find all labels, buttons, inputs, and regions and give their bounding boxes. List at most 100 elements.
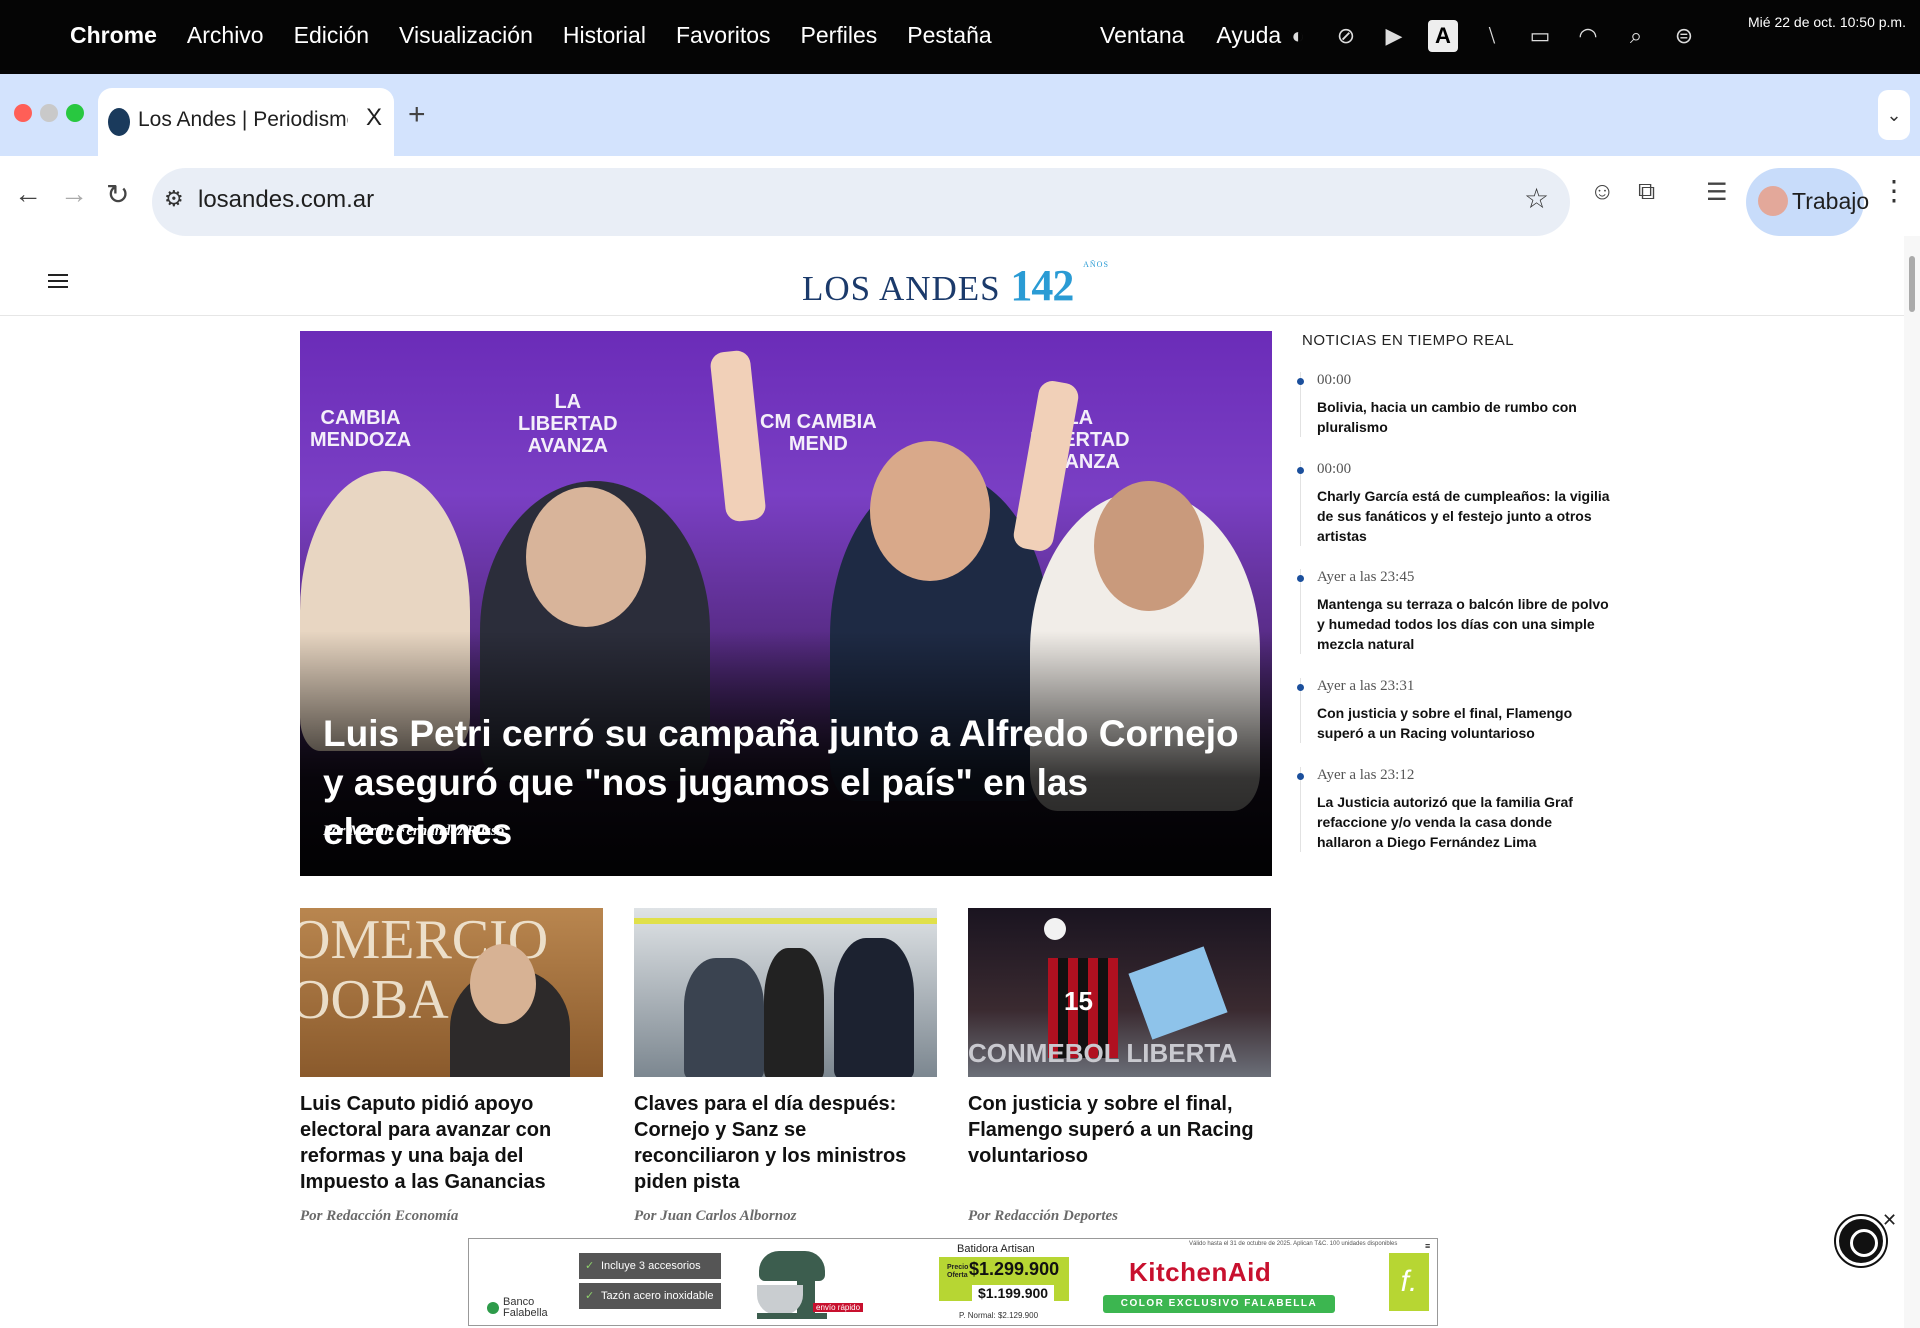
article-byline[interactable]: Por Juan Carlos Albornoz xyxy=(634,1208,796,1225)
realtime-news-title: NOTICIAS EN TIEMPO REAL xyxy=(1302,332,1515,349)
accessibility-icon[interactable] xyxy=(1836,1216,1886,1266)
ad-menu-icon[interactable]: ≡ xyxy=(1425,1241,1430,1251)
article-byline[interactable]: Por Redacción Economía xyxy=(300,1208,458,1225)
timeline-dot xyxy=(1297,684,1304,691)
extensions-puzzle-icon[interactable]: ⧉ xyxy=(1638,178,1655,206)
article-image[interactable] xyxy=(634,908,937,1077)
realtime-news-item[interactable]: 00:00 Charly García está de cumpleaños: … xyxy=(1297,461,1610,546)
article-title[interactable]: Con justicia y sobre el final, Flamengo … xyxy=(968,1091,1271,1169)
article-card[interactable]: Claves para el día después: Cornejo y Sa… xyxy=(634,908,937,1224)
ad-price-normal: P. Normal: $2.129.900 xyxy=(959,1311,1039,1320)
reload-icon[interactable]: ↻ xyxy=(106,178,129,211)
url-input[interactable] xyxy=(198,186,798,214)
ad-bank-logo: Banco Falabella xyxy=(487,1297,548,1319)
wifi-icon[interactable]: ◠ xyxy=(1574,18,1602,54)
hero-photo-face xyxy=(1094,481,1204,611)
spotlight-icon[interactable]: ⌕ xyxy=(1622,18,1650,54)
menu-ventana[interactable]: Ventana xyxy=(1100,22,1184,49)
hero-photo-face xyxy=(526,487,646,627)
logo-anos: AÑOS xyxy=(1083,260,1109,269)
profile-button[interactable]: Trabajo xyxy=(1746,168,1869,236)
menu-favoritos[interactable]: Favoritos xyxy=(676,22,771,49)
app-menu-right: Ventana Ayuda xyxy=(1100,22,1281,49)
chrome-menu-icon[interactable]: ⋮ xyxy=(1880,174,1908,207)
article-title[interactable]: Luis Caputo pidió apoyo electoral para a… xyxy=(300,1091,603,1195)
hero-banner-text: CM CAMBIA MEND xyxy=(760,411,877,455)
bank-logo-icon xyxy=(487,1302,499,1314)
mixer-base xyxy=(757,1313,827,1319)
site-logo[interactable]: LOS ANDES 142 AÑOS xyxy=(802,260,1109,311)
slash-icon[interactable]: ⧵ xyxy=(1478,18,1506,54)
address-bar[interactable]: ⚙ ☆ xyxy=(152,168,1570,236)
news-title[interactable]: La Justicia autorizó que la familia Graf… xyxy=(1317,792,1610,852)
avatar xyxy=(1758,186,1788,216)
tab-close-icon[interactable]: X xyxy=(366,104,382,132)
ad-banner[interactable]: Válido hasta el 31 de octubre de 2025. A… xyxy=(468,1238,1438,1326)
keyboard-a-icon[interactable]: A xyxy=(1428,20,1458,52)
forward-arrow-icon[interactable]: → xyxy=(60,178,88,210)
news-title[interactable]: Con justicia y sobre el final, Flamengo … xyxy=(1317,703,1610,743)
article-title[interactable]: Claves para el día después: Cornejo y Sa… xyxy=(634,1091,937,1195)
news-title[interactable]: Mantenga su terraza o balcón libre de po… xyxy=(1317,594,1610,654)
hero-article[interactable]: CAMBIA MENDOZA LA LIBERTAD AVANZA CM CAM… xyxy=(300,331,1272,876)
menu-edicion[interactable]: Edición xyxy=(294,22,369,49)
vpn-icon[interactable]: ⊘ xyxy=(1332,18,1360,54)
scrollbar-thumb[interactable] xyxy=(1909,256,1915,312)
close-window-icon[interactable] xyxy=(14,104,32,122)
back-arrow-icon[interactable]: ← xyxy=(14,178,42,210)
news-time: Ayer a las 23:31 xyxy=(1317,678,1415,694)
article-byline[interactable]: Por Redacción Deportes xyxy=(968,1208,1118,1225)
page-scrollbar[interactable] xyxy=(1904,236,1920,1328)
globe-icon[interactable]: ◐ xyxy=(1284,18,1312,54)
tab-title: Los Andes | Periodismo de verdad xyxy=(138,108,348,131)
status-icons: ◐ ⊘ ▶ A ⧵ ▭ ◠ ⌕ ⊜ xyxy=(1284,18,1698,54)
new-tab-button[interactable]: + xyxy=(408,98,426,132)
photo-person xyxy=(834,938,914,1077)
hero-banner-text: CAMBIA MENDOZA xyxy=(310,407,412,451)
reading-list-icon[interactable]: ☰ xyxy=(1706,178,1728,207)
realtime-news-item[interactable]: Ayer a las 23:45 Mantenga su terraza o b… xyxy=(1297,569,1610,654)
minimize-window-icon[interactable] xyxy=(40,104,58,122)
menu-ayuda[interactable]: Ayuda xyxy=(1216,22,1281,49)
menu-archivo[interactable]: Archivo xyxy=(187,22,264,49)
ad-close-icon[interactable]: ✕ xyxy=(1882,1210,1897,1231)
menu-pestana[interactable]: Pestaña xyxy=(907,22,991,49)
ad-shipping-badge: envío rápido xyxy=(813,1303,864,1312)
article-card[interactable]: 15 CONMEBOL LIBERTA Con justicia y sobre… xyxy=(968,908,1271,1224)
battery-icon[interactable]: ▭ xyxy=(1526,18,1554,54)
extension-emoji-icon[interactable]: ☺ xyxy=(1590,178,1615,206)
hero-byline[interactable]: Por Martín Fernández Russo xyxy=(323,823,504,840)
article-image[interactable]: OMERCIO OOBA xyxy=(300,908,603,1077)
site-settings-icon[interactable]: ⚙ xyxy=(164,186,184,212)
photo-jersey-number: 15 xyxy=(1064,986,1093,1016)
menu-perfiles[interactable]: Perfiles xyxy=(801,22,878,49)
menu-visualizacion[interactable]: Visualización xyxy=(399,22,533,49)
news-title[interactable]: Charly García está de cumpleaños: la vig… xyxy=(1317,486,1610,546)
article-card[interactable]: OMERCIO OOBA Luis Caputo pidió apoyo ele… xyxy=(300,908,603,1224)
photo-board-text: CONMEBOL LIBERTA xyxy=(968,1038,1238,1068)
site-favicon-icon xyxy=(108,108,130,136)
tab-los-andes[interactable]: Los Andes | Periodismo de verdad X xyxy=(98,88,394,156)
menu-chrome[interactable]: Chrome xyxy=(70,22,157,49)
control-center-icon[interactable]: ⊜ xyxy=(1670,18,1698,54)
ad-feature-pill: Tazón acero inoxidable xyxy=(579,1283,721,1309)
bookmark-star-icon[interactable]: ☆ xyxy=(1524,182,1549,215)
realtime-news-item[interactable]: Ayer a las 23:31 Con justicia y sobre el… xyxy=(1297,678,1610,743)
hero-photo-face xyxy=(870,441,990,581)
tab-strip: Los Andes | Periodismo de verdad X + ⌄ xyxy=(0,74,1920,156)
photo-bus-rail xyxy=(634,918,937,924)
play-icon[interactable]: ▶ xyxy=(1380,18,1408,54)
photo-person xyxy=(684,958,764,1077)
news-time: Ayer a las 23:45 xyxy=(1317,569,1415,585)
news-title[interactable]: Bolivia, hacia un cambio de rumbo con pl… xyxy=(1317,397,1610,437)
realtime-news-item[interactable]: 00:00 Bolivia, hacia un cambio de rumbo … xyxy=(1297,372,1610,437)
tab-search-dropdown[interactable]: ⌄ xyxy=(1878,90,1910,140)
menu-historial[interactable]: Historial xyxy=(563,22,646,49)
hamburger-menu-icon[interactable] xyxy=(48,274,68,292)
zoom-window-icon[interactable] xyxy=(66,104,84,122)
realtime-news-item[interactable]: Ayer a las 23:12 La Justicia autorizó qu… xyxy=(1297,767,1610,852)
falabella-logo: f. xyxy=(1389,1253,1429,1311)
article-image[interactable]: 15 CONMEBOL LIBERTA xyxy=(968,908,1271,1077)
news-time: 00:00 xyxy=(1317,461,1352,477)
menubar-clock[interactable]: Mié 22 de oct. 10:50 p.m. xyxy=(1748,14,1906,30)
